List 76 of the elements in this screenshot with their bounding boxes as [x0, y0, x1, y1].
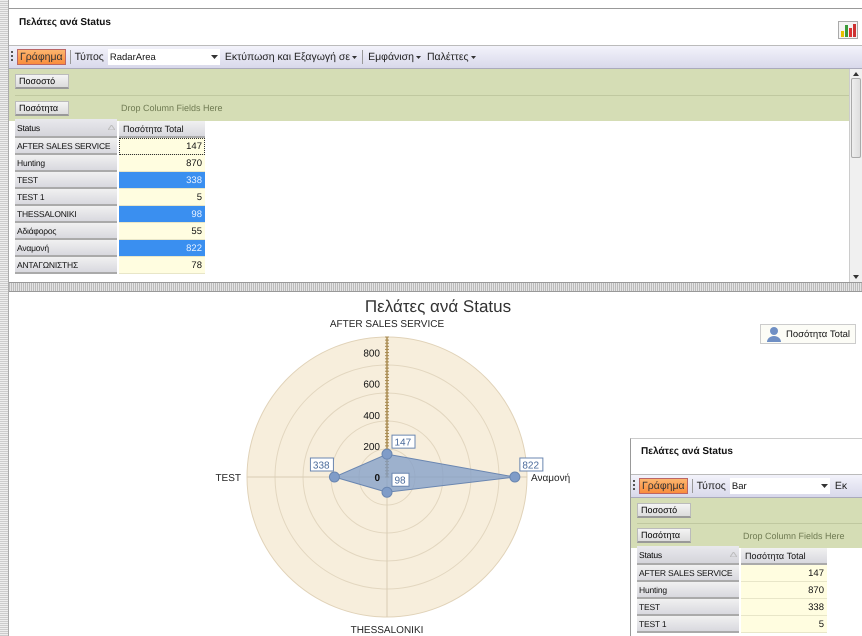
row-header-button[interactable]: Status — [15, 119, 117, 138]
dropdown-arrow-icon — [820, 484, 828, 488]
sort-icon — [730, 552, 737, 557]
table-cell[interactable]: 78 — [119, 257, 205, 274]
table-cell[interactable]: 55 — [119, 223, 205, 240]
row-header[interactable]: AFTER SALES SERVICE — [637, 565, 739, 582]
dropdown-arrow-icon — [210, 55, 218, 59]
column-header: Ποσότητα Total — [119, 121, 205, 138]
chart-title: Πελάτες ανά Status — [364, 297, 512, 316]
chart-button[interactable]: Γράφημα — [17, 49, 66, 65]
table-cell[interactable]: 5 — [119, 189, 205, 206]
data-label: 98 — [394, 476, 406, 487]
category-label: AFTER SALES SERVICE — [330, 319, 444, 330]
caret-icon — [470, 56, 476, 58]
window-title: Πελάτες ανά Status — [19, 17, 111, 28]
row-header[interactable]: TEST 1 — [637, 616, 739, 633]
row-header[interactable]: THESSALONIKI — [15, 206, 117, 223]
row-header[interactable]: Hunting — [15, 155, 117, 172]
table-cell[interactable]: 870 — [119, 155, 205, 172]
scrollbar[interactable] — [849, 69, 862, 282]
grip-handle[interactable] — [633, 480, 635, 492]
axis-tick-label: 600 — [363, 380, 380, 391]
row-header[interactable]: ΑΝΤΑΓΩΝΙΣΤΗΣ — [15, 257, 117, 274]
table-cell[interactable]: 5 — [741, 616, 827, 633]
menu-button[interactable]: Εμφάνιση — [367, 51, 422, 63]
category-label: THESSALONIKI — [350, 625, 424, 636]
category-label: Αναμονή — [531, 473, 570, 484]
row-header[interactable]: Αδιάφορος — [15, 223, 117, 240]
axis-tick-label: 800 — [363, 348, 380, 360]
row-header[interactable]: TEST — [15, 172, 117, 189]
type-dropdown[interactable]: RadarArea — [108, 49, 220, 65]
person-icon — [766, 326, 782, 342]
table-cell[interactable]: 147 — [741, 565, 827, 582]
data-field-button[interactable]: Ποσότητα — [637, 528, 691, 544]
window-title: Πελάτες ανά Status — [641, 446, 733, 457]
filter-field-button[interactable]: Ποσοστό — [637, 502, 691, 518]
drop-hint: Drop Column Fields Here — [743, 530, 845, 541]
table-cell[interactable]: 870 — [741, 582, 827, 599]
type-label: Τύπος — [696, 480, 726, 492]
sort-icon — [108, 125, 115, 130]
row-header[interactable]: TEST 1 — [15, 189, 117, 206]
category-label: TEST — [215, 473, 241, 484]
table-cell[interactable]: 338 — [741, 599, 827, 616]
column-header: Ποσότητα Total — [741, 548, 827, 565]
chart-button[interactable]: Γράφημα — [639, 478, 688, 494]
grip-handle[interactable] — [11, 51, 13, 63]
legend-label: Ποσότητα Total — [786, 328, 850, 340]
filter-field-button[interactable]: Ποσοστό — [15, 74, 69, 90]
data-field-button[interactable]: Ποσότητα — [15, 100, 69, 116]
scroll-up-icon[interactable] — [853, 72, 859, 76]
row-header[interactable]: TEST — [637, 599, 739, 616]
bar-chart-icon[interactable] — [838, 21, 858, 39]
data-label: 338 — [312, 460, 330, 472]
type-dropdown[interactable]: Bar — [730, 478, 830, 494]
row-header-button[interactable]: Status — [637, 546, 739, 565]
caret-icon — [416, 56, 421, 58]
row-header[interactable]: Αναμονή — [15, 240, 117, 257]
scroll-down-icon[interactable] — [853, 275, 859, 280]
axis-tick-label: 0 — [374, 473, 380, 484]
data-label: 147 — [392, 434, 416, 449]
menu-button[interactable]: Παλέττες — [426, 51, 477, 63]
data-label: 98 — [392, 472, 410, 487]
data-label: 147 — [394, 438, 412, 449]
row-header[interactable]: AFTER SALES SERVICE — [15, 138, 117, 155]
menu-button[interactable]: Εκ — [834, 480, 848, 492]
type-label: Τύπος — [74, 51, 104, 63]
menu-button[interactable]: Εκτύπωση και Εξαγωγή σε — [224, 51, 358, 63]
data-label: 822 — [522, 460, 540, 472]
table-cell[interactable]: 147 — [119, 138, 205, 155]
caret-icon — [352, 56, 358, 58]
row-header[interactable]: Hunting — [637, 582, 739, 599]
drop-hint: Drop Column Fields Here — [121, 103, 223, 114]
axis-tick-label: 400 — [363, 410, 380, 422]
data-label: 822 — [519, 458, 544, 472]
data-label: 338 — [310, 458, 334, 472]
axis-tick-label: 200 — [363, 442, 380, 453]
